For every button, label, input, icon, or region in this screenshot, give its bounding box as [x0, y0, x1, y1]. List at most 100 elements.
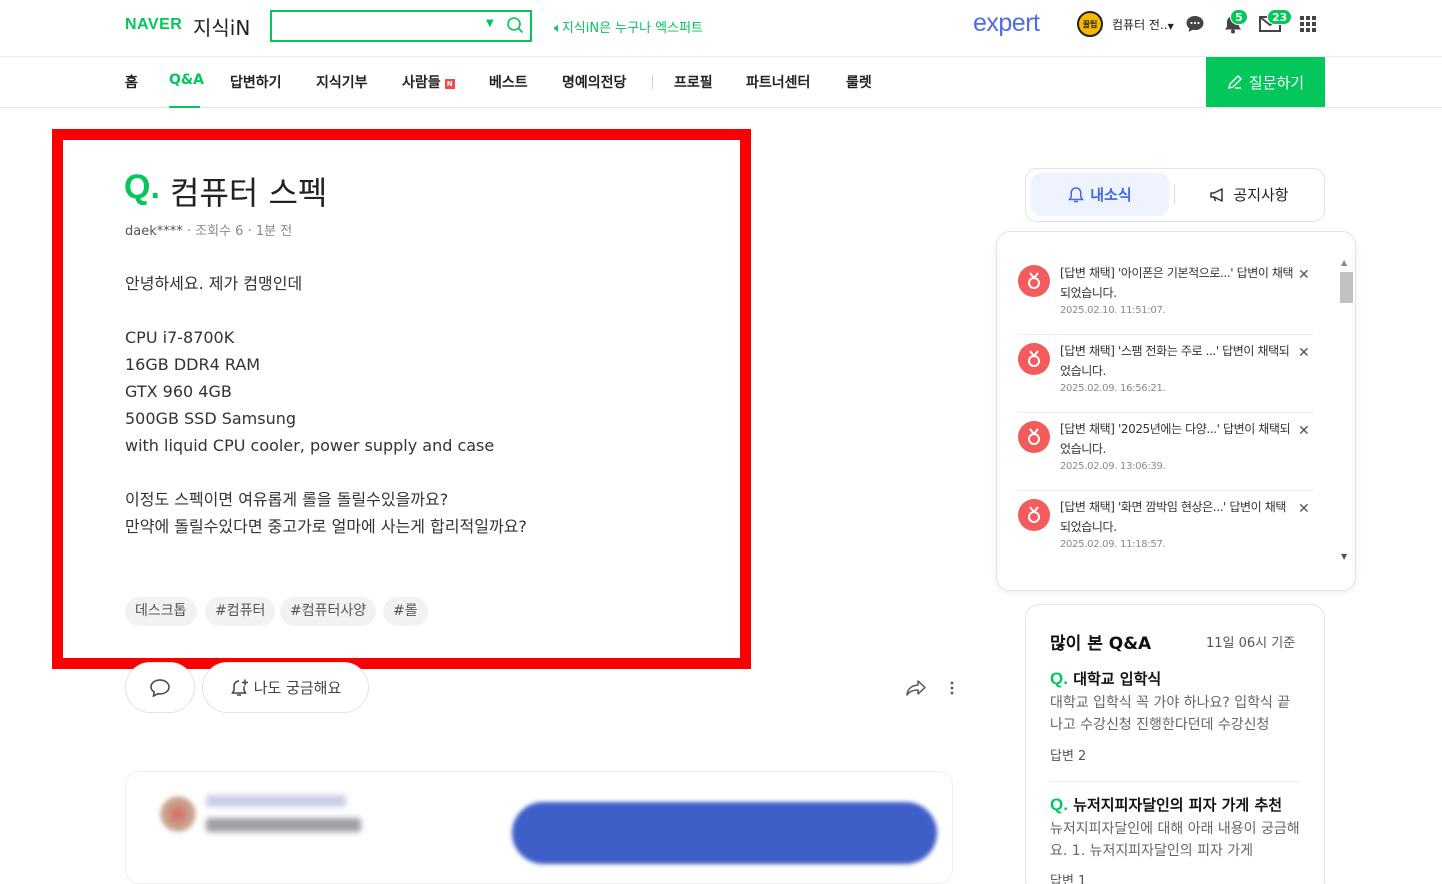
ask-question-button[interactable]: 질문하기: [1206, 57, 1325, 107]
notification-item[interactable]: [답변 채택] '화면 깜박임 현상은...' 답변이 채택되었습니다. 202…: [1018, 491, 1314, 569]
body-line: 안녕하세요. 제가 컴맹인데: [125, 274, 303, 293]
me-too-curious-button[interactable]: 나도 궁금해요: [202, 662, 369, 713]
nav-divider: [652, 75, 653, 89]
notification-text: [답변 채택] '2025년에는 다양...' 답변이 채택되었습니다.: [1060, 422, 1291, 456]
user-avatar[interactable]: 꿀팁: [1077, 11, 1103, 37]
nav-donate[interactable]: 지식기부: [316, 72, 368, 92]
tag-desktop[interactable]: 데스크톱: [125, 597, 197, 626]
expert-logo[interactable]: expert: [973, 9, 1040, 38]
nav-hall-of-fame[interactable]: 명예의전당: [562, 72, 626, 92]
question-body: 안녕하세요. 제가 컴맹인데 CPU i7-8700K 16GB DDR4 RA…: [125, 270, 725, 540]
naver-logo[interactable]: NAVER: [125, 16, 182, 34]
search-input[interactable]: [278, 16, 478, 36]
adopted-answer-icon: [1018, 343, 1050, 375]
close-icon[interactable]: ✕: [1298, 345, 1310, 361]
popular-qna-title: 많이 본 Q&A: [1050, 634, 1152, 654]
adopted-answer-icon: [1018, 499, 1050, 531]
nav-roulette[interactable]: 룰렛: [846, 72, 872, 92]
popular-answer-count: 답변 2: [1050, 749, 1087, 764]
tag-computer[interactable]: #컴퓨터: [205, 597, 276, 626]
body-line: GTX 960 4GB: [125, 382, 232, 401]
question-title: 컴퓨터 스펙: [170, 174, 328, 212]
speaker-icon: 🔈︎: [554, 21, 562, 36]
notification-time: 2025.02.09. 13:06:39.: [1060, 461, 1166, 472]
tag-lol[interactable]: #롤: [383, 597, 428, 626]
popular-question-body[interactable]: 대학교 입학식 꼭 가야 하나요? 입학식 끝나고 수강신청 진행한다던데 수강…: [1050, 692, 1300, 736]
chat-icon[interactable]: [1185, 14, 1205, 34]
notification-time: 2025.02.09. 16:56:21.: [1060, 383, 1166, 394]
notification-time: 2025.02.10. 11:51:07.: [1060, 305, 1166, 316]
answerer-avatar: [160, 796, 196, 832]
jisikin-logo[interactable]: 지식iN: [193, 12, 250, 41]
nav-profile[interactable]: 프로필: [674, 72, 713, 92]
popular-question-body[interactable]: 뉴저지피자달인에 대해 아래 내용이 궁금해요. 1. 뉴저지피자달인의 피자 …: [1050, 818, 1300, 862]
nav-answer[interactable]: 답변하기: [230, 72, 282, 92]
question-mark-label: Q.: [124, 168, 160, 206]
body-line: 만약에 돌릴수있다면 중고가로 얼마에 사는게 합리적일까요?: [125, 517, 527, 536]
nav-qna[interactable]: Q&A: [169, 72, 204, 88]
nav-people[interactable]: 사람들 N: [402, 72, 455, 92]
nav-best[interactable]: 베스트: [489, 72, 528, 92]
comment-button[interactable]: [125, 662, 195, 713]
search-icon[interactable]: [506, 16, 524, 34]
chevron-down-icon: ▼: [1167, 22, 1174, 31]
scroll-up-arrow-icon[interactable]: ▲: [1341, 258, 1347, 267]
nav-partner-center[interactable]: 파트너센터: [746, 72, 810, 92]
popular-question-title[interactable]: Q. 뉴저지피자달인의 피자 가게 추천: [1050, 794, 1300, 815]
tab-divider: [1174, 184, 1175, 204]
tab-my-news[interactable]: 내소식: [1031, 173, 1169, 216]
body-line: with liquid CPU cooler, power supply and…: [125, 436, 495, 455]
body-line: 이정도 스펙이면 여유롭게 롤을 돌릴수있을까요?: [125, 490, 449, 509]
adopted-answer-icon: [1018, 265, 1050, 297]
user-menu[interactable]: 컴퓨터 전..▼: [1112, 16, 1174, 33]
close-icon[interactable]: ✕: [1298, 501, 1310, 517]
mail-count-badge: 23: [1267, 9, 1293, 25]
notification-item[interactable]: [답변 채택] '스팸 전화는 주로 ...' 답변이 채택되었습니다. 202…: [1018, 335, 1314, 413]
notification-text: [답변 채택] '아이폰은 기본적으로...' 답변이 채택되었습니다.: [1060, 266, 1294, 300]
expert-notice-link[interactable]: 🔈︎지식iN은 누구나 엑스퍼트: [554, 17, 703, 36]
more-options-icon[interactable]: [945, 680, 959, 696]
notification-item[interactable]: [답변 채택] '2025년에는 다양...' 답변이 채택되었습니다. 202…: [1018, 413, 1314, 491]
comment-icon: [150, 678, 170, 697]
popular-question-title[interactable]: Q. 대학교 입학식: [1050, 668, 1300, 689]
megaphone-icon: [1210, 187, 1224, 202]
body-line: [125, 459, 725, 486]
nav-home[interactable]: 홈: [125, 72, 138, 92]
app-grid-icon[interactable]: [1300, 16, 1316, 32]
search-box: ▼: [270, 10, 532, 42]
answerer-name-blurred: [206, 795, 346, 807]
close-icon[interactable]: ✕: [1298, 423, 1310, 439]
body-line: 500GB SSD Samsung: [125, 409, 297, 428]
question-author[interactable]: daek****: [125, 224, 183, 239]
popular-divider: [1050, 781, 1300, 782]
bell-icon: [1068, 186, 1085, 202]
notification-item[interactable]: [답변 채택] '아이폰은 기본적으로...' 답변이 채택되었습니다. 202…: [1018, 257, 1314, 335]
notification-count-badge: 5: [1230, 9, 1248, 25]
notification-scrollbar[interactable]: [1339, 258, 1353, 563]
adopted-answer-icon: [1018, 421, 1050, 453]
question-views: 조회수 6: [195, 224, 244, 239]
tag-computer-spec[interactable]: #컴퓨터사양: [280, 597, 377, 626]
nav-active-indicator: [169, 106, 200, 108]
bell-plus-icon: [230, 679, 248, 696]
scrollbar-thumb[interactable]: [1340, 272, 1353, 303]
answerer-info-blurred: [206, 818, 361, 832]
notification-text: [답변 채택] '화면 깜박임 현상은...' 답변이 채택되었습니다.: [1060, 500, 1286, 534]
new-badge: N: [444, 79, 455, 89]
question-time: 1분 전: [255, 224, 293, 239]
popular-qna-timestamp: 11일 06시 기준: [1206, 636, 1296, 651]
body-line: [125, 297, 725, 324]
pencil-icon: [1227, 75, 1242, 89]
body-line: CPU i7-8700K: [125, 328, 235, 347]
write-answer-button[interactable]: [512, 802, 937, 864]
top-header: NAVER 지식iN ▼ 🔈︎지식iN은 누구나 엑스퍼트 expert 꿀팁 …: [0, 0, 1442, 57]
share-icon[interactable]: [905, 678, 927, 698]
scroll-down-arrow-icon[interactable]: ▼: [1341, 552, 1347, 561]
close-icon[interactable]: ✕: [1298, 267, 1310, 283]
notification-text: [답변 채택] '스팸 전화는 주로 ...' 답변이 채택되었습니다.: [1060, 344, 1290, 378]
body-line: 16GB DDR4 RAM: [125, 355, 261, 374]
notification-time: 2025.02.09. 11:18:57.: [1060, 539, 1166, 550]
popular-answer-count: 답변 1: [1050, 874, 1087, 884]
tab-announcements[interactable]: 공지사항: [1180, 173, 1318, 216]
search-option-caret-icon[interactable]: ▼: [486, 18, 494, 29]
